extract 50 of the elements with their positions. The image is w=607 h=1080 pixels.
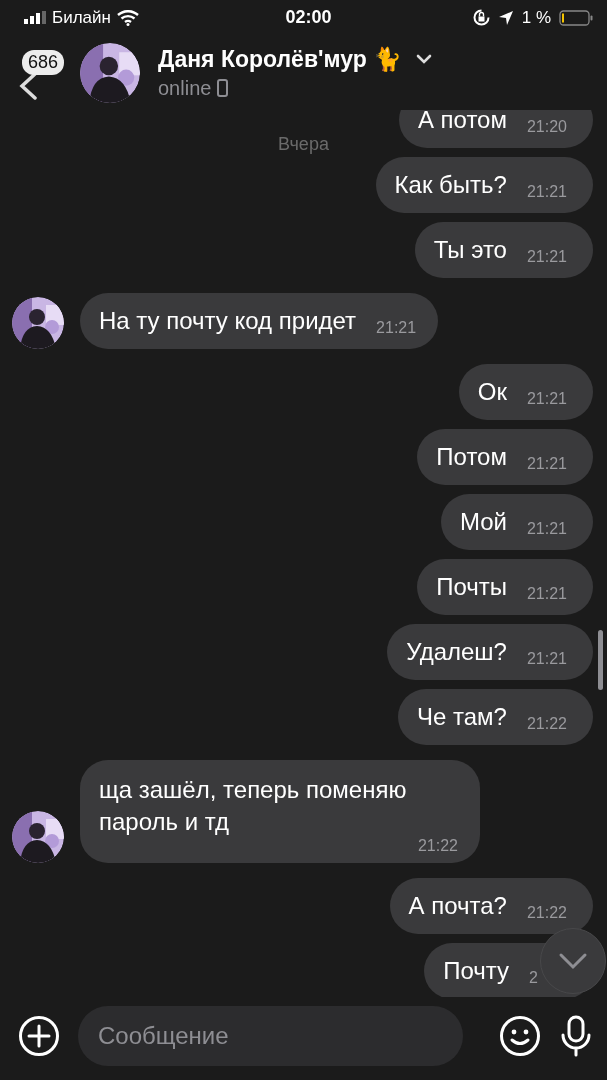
location-arrow-icon	[497, 9, 514, 26]
message-time: 21:22	[526, 714, 567, 734]
message-text: Мой	[459, 507, 507, 537]
carrier-name: Билайн	[52, 7, 111, 28]
signal-icon	[24, 11, 46, 24]
battery-icon	[559, 9, 593, 26]
back-button[interactable]: 686	[16, 47, 68, 98]
message-time: 21:21	[526, 649, 567, 669]
message-time: 21:21	[526, 389, 567, 409]
message-time: 21:21	[526, 519, 567, 539]
message-text: А почта?	[408, 891, 507, 921]
message-time: 21:21	[526, 454, 567, 474]
message-time: 21:21	[526, 182, 567, 202]
clock-time: 02:00	[285, 7, 332, 28]
smiley-icon	[499, 1014, 541, 1057]
message-text: А потом	[417, 110, 507, 135]
presence-status: online	[158, 76, 212, 100]
microphone-icon	[559, 1014, 593, 1057]
message-time: 21:21	[526, 247, 567, 267]
message-text: Почты	[436, 572, 507, 602]
message-text: Потом	[436, 442, 507, 472]
message-text: Че там?	[417, 702, 507, 732]
message-text: На ту почту код придет	[99, 306, 357, 336]
emoji-button[interactable]	[499, 1014, 541, 1057]
message-text: Удалеш?	[406, 637, 507, 667]
message-text: Почту	[443, 956, 509, 986]
message-text: Ты это	[433, 235, 507, 265]
unread-count-badge: 686	[22, 49, 65, 75]
rotation-lock-icon	[472, 9, 490, 26]
message-time: 21:22	[526, 903, 567, 923]
chevron-down-icon[interactable]	[416, 54, 433, 64]
message-input-field[interactable]: Сообщение	[78, 1005, 463, 1066]
contact-name[interactable]: Даня Королёв'мур 🐈	[158, 45, 403, 73]
message-time: 21:20	[526, 117, 567, 137]
message-text: ща зашёл, теперь поменяю пароль и тд	[99, 775, 408, 837]
scroll-bar	[598, 630, 603, 690]
wifi-icon	[116, 9, 139, 26]
message-time: 2	[529, 968, 539, 988]
date-label: Вчера	[278, 134, 329, 154]
message-time: 21:21	[526, 584, 567, 604]
message-time: 21:22	[417, 836, 458, 856]
voice-message-button[interactable]	[559, 1014, 593, 1057]
message-time: 21:21	[376, 318, 417, 338]
battery-percent: 1 %	[521, 7, 551, 28]
message-text: Ок	[477, 377, 507, 407]
phone-icon	[217, 79, 229, 97]
attach-button[interactable]	[18, 1014, 60, 1057]
message-text: Как быть?	[394, 170, 507, 200]
chevron-down-icon	[558, 952, 588, 970]
plus-icon	[18, 1014, 60, 1057]
